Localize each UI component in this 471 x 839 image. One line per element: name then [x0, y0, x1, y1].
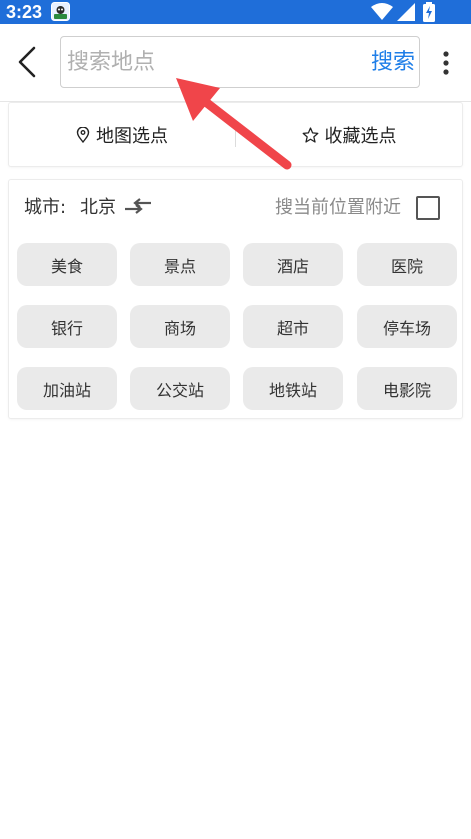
tab-map-select[interactable]: 地图选点 — [9, 103, 235, 166]
cell-signal-icon — [397, 3, 415, 21]
star-icon — [302, 126, 319, 143]
status-bar: 3:23 — [0, 0, 471, 24]
status-icons — [371, 0, 441, 24]
more-options-button[interactable] — [438, 50, 454, 76]
status-time: 3:23 — [6, 2, 43, 22]
category-chip[interactable]: 银行 — [17, 305, 117, 348]
category-chip[interactable]: 商场 — [130, 305, 230, 348]
wifi-icon — [371, 3, 393, 20]
search-button[interactable]: 搜索 — [371, 47, 415, 79]
nearby-checkbox[interactable] — [416, 196, 440, 220]
city-label: 城市: — [24, 197, 67, 218]
category-chip[interactable]: 公交站 — [130, 367, 230, 410]
select-mode-tabs: 地图选点 收藏选点 — [9, 103, 462, 166]
back-button[interactable] — [10, 44, 46, 80]
category-chip[interactable]: 酒店 — [243, 243, 343, 286]
category-chip[interactable]: 加油站 — [17, 367, 117, 410]
category-chip[interactable]: 美食 — [17, 243, 117, 286]
category-chip[interactable]: 电影院 — [357, 367, 457, 410]
swap-arrows-icon[interactable] — [122, 196, 154, 220]
category-chip[interactable]: 地铁站 — [243, 367, 343, 410]
search-input[interactable] — [67, 45, 357, 79]
chevron-left-icon — [18, 46, 36, 78]
category-chip[interactable]: 景点 — [130, 243, 230, 286]
battery-charging-icon — [423, 2, 435, 22]
category-panel: 城市: 北京 搜当前位置附近 美食 景点 酒店 医院 银行 商场 超市 停车场 … — [9, 180, 462, 418]
more-vertical-icon — [443, 51, 449, 75]
category-chip[interactable]: 超市 — [243, 305, 343, 348]
header: 搜索 — [0, 24, 471, 102]
search-box: 搜索 — [60, 36, 420, 88]
tab-label: 地图选点 — [96, 125, 168, 147]
nearby-label: 搜当前位置附近 — [275, 197, 401, 218]
city-name[interactable]: 北京 — [80, 194, 116, 222]
tab-favorite-select[interactable]: 收藏选点 — [236, 103, 462, 166]
category-chip[interactable]: 停车场 — [357, 305, 457, 348]
location-pin-icon — [76, 126, 90, 143]
category-chip[interactable]: 医院 — [357, 243, 457, 286]
notification-app-icon — [51, 2, 70, 21]
tab-label: 收藏选点 — [324, 125, 397, 147]
